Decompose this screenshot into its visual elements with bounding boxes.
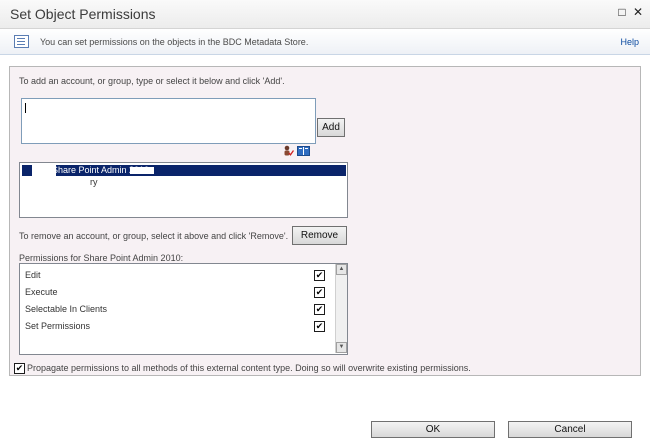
browse-book-icon[interactable]	[297, 146, 310, 156]
dialog-footer: OK Cancel	[0, 410, 650, 448]
cancel-button[interactable]: Cancel	[508, 421, 632, 438]
list-item: Selectable In Clients	[25, 303, 107, 315]
permission-label: Selectable In Clients	[25, 304, 108, 314]
info-text: You can set permissions on the objects i…	[40, 37, 309, 47]
list-icon	[14, 35, 29, 48]
permissions-list: Edit ✔ Execute ✔ Selectable In Clients ✔…	[19, 263, 348, 355]
text-caret	[25, 103, 26, 113]
permission-checkbox[interactable]: ✔	[314, 321, 325, 332]
permission-checkbox[interactable]: ✔	[314, 304, 325, 315]
list-item: Execute	[25, 286, 58, 298]
maximize-icon[interactable]: □	[616, 6, 628, 18]
scrollbar[interactable]: ▲ ▼	[335, 264, 347, 353]
propagate-checkbox[interactable]: ✔	[14, 363, 25, 374]
permission-label: Edit	[25, 270, 41, 280]
add-instruction: To add an account, or group, type or sel…	[19, 76, 285, 86]
check-names-icon[interactable]	[283, 145, 295, 156]
help-link[interactable]: Help	[620, 37, 639, 47]
permissions-panel: To add an account, or group, type or sel…	[9, 66, 641, 376]
dialog-titlebar: Set Object Permissions □ ✕	[0, 0, 650, 29]
redaction	[130, 167, 154, 174]
permission-label: Execute	[25, 287, 58, 297]
remove-button[interactable]: Remove	[292, 226, 347, 245]
permissions-heading: Permissions for Share Point Admin 2010:	[19, 253, 184, 263]
list-item[interactable]: ry	[22, 177, 98, 188]
scroll-down-icon[interactable]: ▼	[336, 342, 347, 353]
permission-checkbox[interactable]: ✔	[314, 287, 325, 298]
list-item: Edit	[25, 269, 41, 281]
list-item: Set Permissions	[25, 320, 90, 332]
close-icon[interactable]: ✕	[632, 6, 644, 18]
permission-label: Set Permissions	[25, 321, 91, 331]
list-item[interactable]: Share Point Admin 2010	[22, 165, 346, 176]
redaction	[32, 165, 56, 176]
ok-button[interactable]: OK	[371, 421, 495, 438]
permission-checkbox[interactable]: ✔	[314, 270, 325, 281]
accounts-listbox[interactable]: Share Point Admin 2010 ry	[19, 162, 348, 218]
dialog-title: Set Object Permissions	[10, 6, 156, 22]
scroll-up-icon[interactable]: ▲	[336, 264, 347, 275]
remove-instruction: To remove an account, or group, select i…	[19, 231, 289, 241]
add-button[interactable]: Add	[317, 118, 345, 137]
info-bar: You can set permissions on the objects i…	[0, 29, 650, 55]
account-label: ry	[90, 177, 98, 187]
propagate-label: Propagate permissions to all methods of …	[27, 363, 471, 373]
account-input[interactable]	[21, 98, 316, 144]
